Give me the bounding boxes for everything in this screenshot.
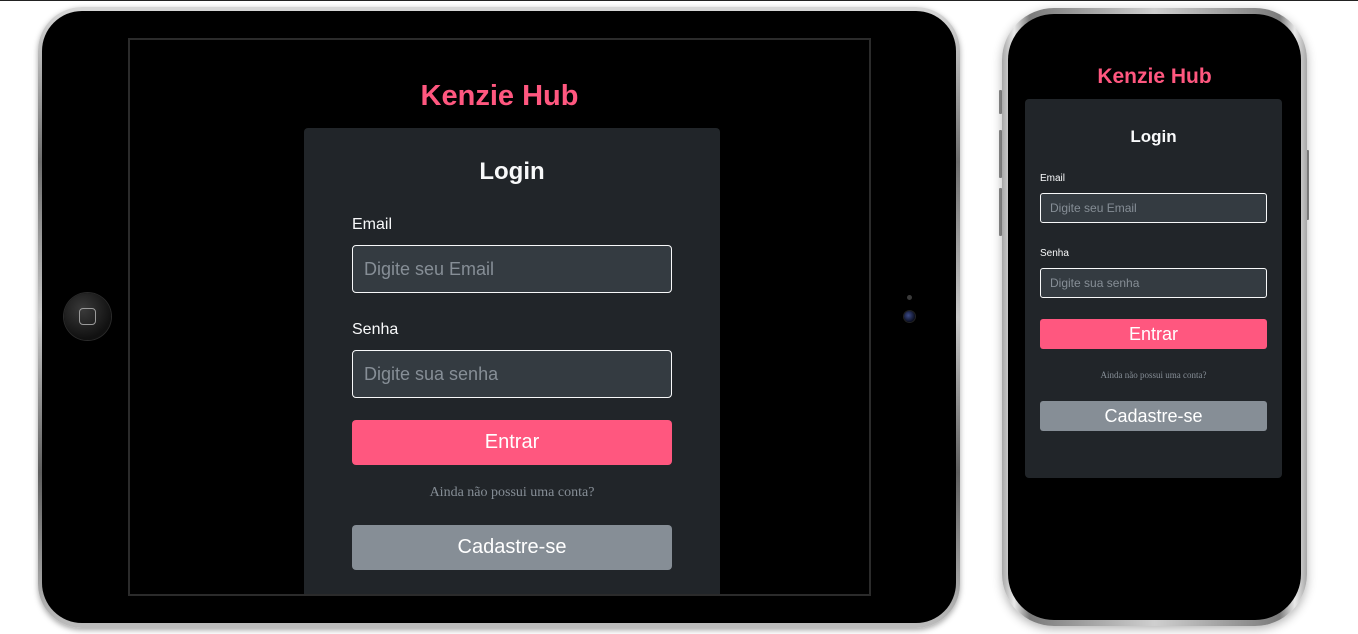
login-heading: Login	[479, 158, 545, 185]
tablet-screen: Kenzie Hub Login Email Digite seu Email …	[128, 38, 871, 596]
app-title: Kenzie Hub	[1097, 65, 1212, 88]
home-button-icon	[64, 293, 111, 340]
login-heading: Login	[1130, 127, 1177, 146]
camera-icon	[904, 311, 915, 322]
sensor-icon	[907, 295, 912, 300]
login-card: Login Email Digite seu Email Senha Digit…	[304, 128, 720, 594]
app-title: Kenzie Hub	[420, 80, 579, 112]
cadastre-se-button[interactable]: Cadastre-se	[1040, 401, 1267, 431]
entrar-button[interactable]: Entrar	[352, 420, 672, 465]
password-label: Senha	[352, 321, 399, 338]
password-label: Senha	[1040, 248, 1069, 259]
email-input[interactable]: Digite seu Email	[352, 245, 672, 293]
phone-screen: Kenzie Hub Login Email Digite seu Email …	[1008, 14, 1301, 620]
email-label: Email	[1040, 173, 1066, 184]
email-label: Email	[352, 216, 393, 233]
cadastre-se-button[interactable]: Cadastre-se	[352, 525, 672, 570]
phone-frame: Kenzie Hub Login Email Digite seu Email …	[1002, 8, 1307, 626]
entrar-button[interactable]: Entrar	[1040, 319, 1267, 349]
email-input[interactable]: Digite seu Email	[1040, 193, 1267, 223]
password-input[interactable]: Digite sua senha	[352, 350, 672, 398]
login-card: Login Email Digite seu Email Senha Digit…	[1025, 99, 1282, 478]
password-input[interactable]: Digite sua senha	[1040, 268, 1267, 298]
signup-prompt: Ainda não possui uma conta?	[1100, 370, 1207, 380]
signup-prompt: Ainda não possui uma conta?	[429, 485, 595, 500]
top-divider	[0, 0, 1358, 1]
home-square-icon	[79, 308, 96, 325]
